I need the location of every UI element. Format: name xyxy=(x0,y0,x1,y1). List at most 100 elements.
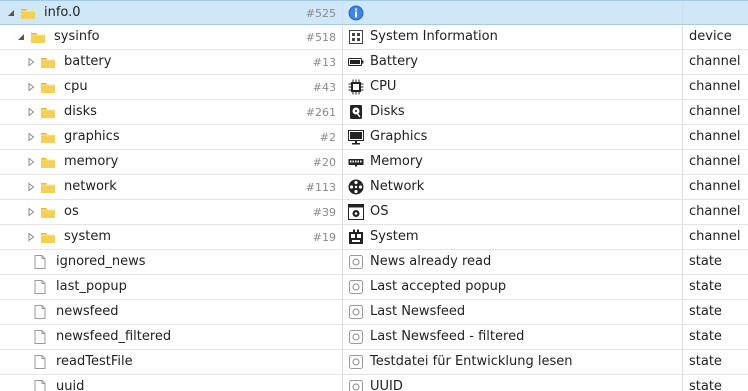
name-cell[interactable]: disks #261 xyxy=(0,100,342,124)
name-cell[interactable]: readTestFile xyxy=(0,350,342,374)
tree-row-cpu[interactable]: cpu #43 CPU channel xyxy=(0,75,748,100)
state-icon xyxy=(348,329,364,345)
network-icon xyxy=(348,179,364,195)
type-cell: channel xyxy=(682,100,748,124)
tree-row-os[interactable]: os #39 OS channel xyxy=(0,200,748,225)
expand-arrow-icon[interactable] xyxy=(26,57,36,67)
name-cell[interactable]: memory #20 xyxy=(0,150,342,174)
file-icon xyxy=(32,354,48,370)
object-description: Testdatei für Entwicklung lesen xyxy=(370,354,573,369)
object-type: channel xyxy=(689,154,741,169)
name-cell[interactable]: last_popup xyxy=(0,275,342,299)
state-icon xyxy=(348,279,364,295)
file-icon xyxy=(32,279,48,295)
tree-row-readtestfile[interactable]: readTestFile Testdatei für Entwicklung le… xyxy=(0,350,748,375)
tree-row-battery[interactable]: battery #13 Battery channel xyxy=(0,50,748,75)
cpu-icon xyxy=(348,79,364,95)
tree-row-sysinfo[interactable]: sysinfo #518 System Information device xyxy=(0,25,748,50)
description-cell: CPU xyxy=(342,75,682,99)
file-icon xyxy=(32,379,48,391)
expand-arrow-icon[interactable] xyxy=(26,107,36,117)
folder-icon xyxy=(40,104,56,120)
tree-row-info-0[interactable]: info.0 #525 xyxy=(0,0,748,25)
expand-arrow-icon[interactable] xyxy=(26,132,36,142)
object-name: os xyxy=(64,204,79,219)
object-tree: info.0 #525 sysinfo #518 System Information d… xyxy=(0,0,748,391)
tree-row-memory[interactable]: memory #20 Memory channel xyxy=(0,150,748,175)
object-description: Last Newsfeed xyxy=(370,304,466,319)
description-cell: Testdatei für Entwicklung lesen xyxy=(342,350,682,374)
object-description: OS xyxy=(370,204,389,219)
name-cell[interactable]: newsfeed xyxy=(0,300,342,324)
tree-row-system[interactable]: system #19 System channel xyxy=(0,225,748,250)
tree-row-ignored-news[interactable]: ignored_news News already read state xyxy=(0,250,748,275)
type-cell: channel xyxy=(682,75,748,99)
object-description: Battery xyxy=(370,54,419,69)
object-name: last_popup xyxy=(56,279,127,294)
expand-arrow-icon[interactable] xyxy=(26,232,36,242)
object-name: newsfeed_filtered xyxy=(56,329,172,344)
object-name: system xyxy=(64,229,111,244)
expand-arrow-icon[interactable] xyxy=(26,182,36,192)
state-icon xyxy=(348,354,364,370)
object-name: graphics xyxy=(64,129,120,144)
tree-row-newsfeed-filtered[interactable]: newsfeed_filtered Last Newsfeed - filtere… xyxy=(0,325,748,350)
expand-arrow-icon[interactable] xyxy=(26,207,36,217)
folder-icon xyxy=(40,179,56,195)
type-cell: channel xyxy=(682,175,748,199)
name-cell[interactable]: network #113 xyxy=(0,175,342,199)
object-name: cpu xyxy=(64,79,88,94)
description-cell: System xyxy=(342,225,682,249)
description-cell: Network xyxy=(342,175,682,199)
object-name: disks xyxy=(64,104,97,119)
tree-row-disks[interactable]: disks #261 Disks channel xyxy=(0,100,748,125)
object-description: Network xyxy=(370,179,425,194)
file-icon xyxy=(32,304,48,320)
object-type: state xyxy=(689,279,722,294)
name-cell[interactable]: system #19 xyxy=(0,225,342,249)
name-cell[interactable]: battery #13 xyxy=(0,50,342,74)
object-type: device xyxy=(689,29,732,44)
collapse-arrow-icon[interactable] xyxy=(6,8,16,18)
info-icon xyxy=(348,5,364,21)
system-info-icon xyxy=(348,29,364,45)
type-cell: state xyxy=(682,250,748,274)
name-cell[interactable]: cpu #43 xyxy=(0,75,342,99)
object-description: CPU xyxy=(370,79,397,94)
description-cell: Disks xyxy=(342,100,682,124)
name-cell[interactable]: newsfeed_filtered xyxy=(0,325,342,349)
object-name: readTestFile xyxy=(56,354,133,369)
name-cell[interactable]: info.0 #525 xyxy=(0,1,342,25)
name-cell[interactable]: ignored_news xyxy=(0,250,342,274)
tree-row-uuid[interactable]: uuid UUID state xyxy=(0,375,748,391)
tree-row-last-popup[interactable]: last_popup Last accepted popup state xyxy=(0,275,748,300)
folder-icon xyxy=(40,229,56,245)
folder-icon xyxy=(40,79,56,95)
type-cell: state xyxy=(682,325,748,349)
object-name: network xyxy=(64,179,117,194)
child-count: #39 xyxy=(312,206,336,219)
tree-row-network[interactable]: network #113 Network channel xyxy=(0,175,748,200)
object-type: channel xyxy=(689,104,741,119)
description-cell: News already read xyxy=(342,250,682,274)
expand-arrow-icon[interactable] xyxy=(26,82,36,92)
folder-icon xyxy=(40,204,56,220)
collapse-arrow-icon[interactable] xyxy=(16,32,26,42)
object-description: System Information xyxy=(370,29,498,44)
description-cell: Graphics xyxy=(342,125,682,149)
object-description: News already read xyxy=(370,254,492,269)
system-icon xyxy=(348,229,364,245)
folder-icon xyxy=(30,29,46,45)
state-icon xyxy=(348,254,364,270)
description-cell: System Information xyxy=(342,25,682,49)
expand-arrow-icon[interactable] xyxy=(26,157,36,167)
name-cell[interactable]: uuid xyxy=(0,375,342,391)
description-cell: Last Newsfeed - filtered xyxy=(342,325,682,349)
name-cell[interactable]: sysinfo #518 xyxy=(0,25,342,49)
object-type: state xyxy=(689,379,722,391)
tree-row-graphics[interactable]: graphics #2 Graphics channel xyxy=(0,125,748,150)
name-cell[interactable]: os #39 xyxy=(0,200,342,224)
name-cell[interactable]: graphics #2 xyxy=(0,125,342,149)
tree-row-newsfeed[interactable]: newsfeed Last Newsfeed state xyxy=(0,300,748,325)
disk-icon xyxy=(348,104,364,120)
